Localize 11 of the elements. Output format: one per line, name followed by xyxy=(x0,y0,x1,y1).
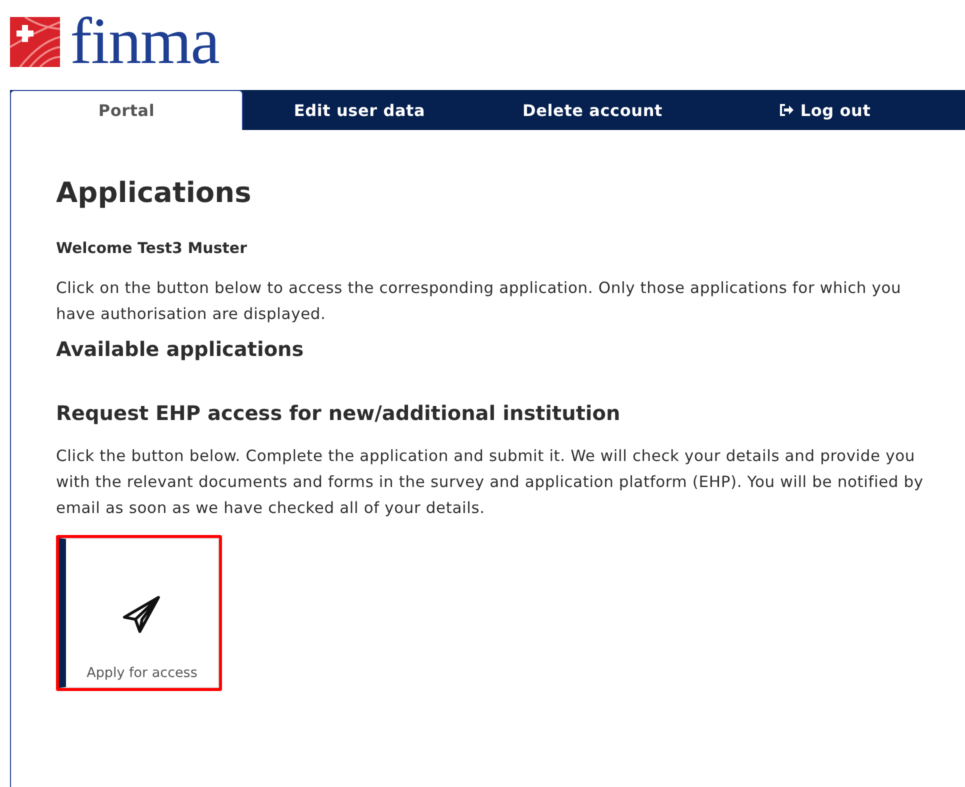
swiss-flag-logo-icon xyxy=(10,17,60,67)
section-heading: Request EHP access for new/additional institution xyxy=(56,401,622,425)
nav-tab[interactable]: Portal xyxy=(10,90,243,130)
finma-wordmark: finma xyxy=(70,12,219,72)
logout-icon xyxy=(780,104,794,116)
welcome-text: Welcome Test3 Muster xyxy=(56,239,248,257)
page-title: Applications xyxy=(56,176,252,209)
section-heading: Available applications xyxy=(56,337,305,361)
description-text: Click the button below. Complete the application and submit it. We will check your details and provide you with the relevant documents and forms in the survey and application platform (EHP). You will be notified by email as soon as we have checked all of your details. xyxy=(56,446,924,519)
intro-text: Click on the button below to access the corresponding application. Only those applications for which you have authorisation are displayed. xyxy=(56,278,902,325)
apply-tile[interactable]: Apply for access xyxy=(59,538,219,688)
